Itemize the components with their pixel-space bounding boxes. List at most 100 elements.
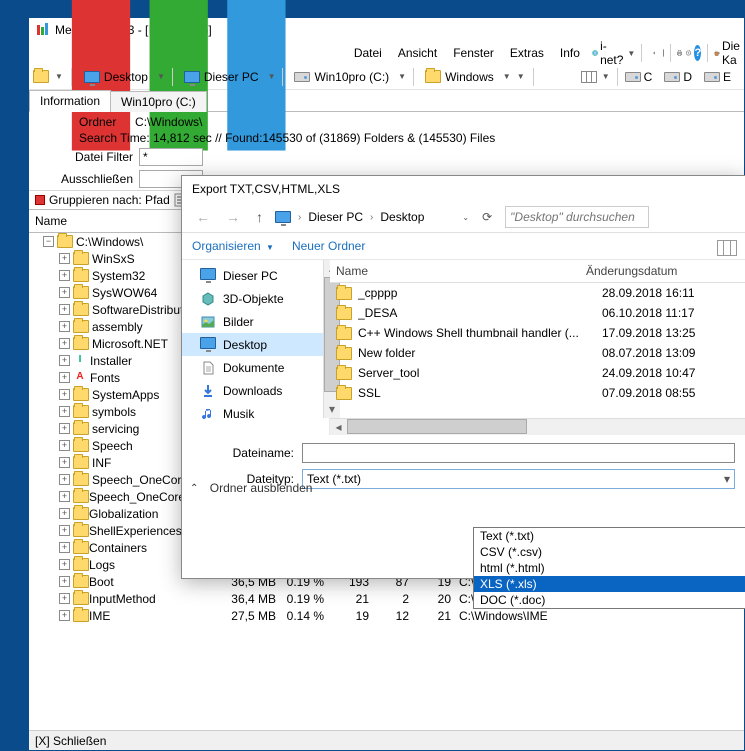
chevron-down-icon[interactable]: ▼ <box>398 72 406 81</box>
menu-fenster[interactable]: Fenster <box>445 43 502 63</box>
drive-c[interactable]: C <box>625 70 653 84</box>
hide-folders-button[interactable]: ⌃ Ordner ausblenden <box>190 481 312 495</box>
expand-icon[interactable]: + <box>59 287 70 298</box>
dropdown-option[interactable]: html (*.html) <box>474 560 745 576</box>
up-icon[interactable]: ↑ <box>252 209 267 225</box>
crumb-dieserpc[interactable]: Dieser PC <box>180 68 263 86</box>
file-hscrollbar[interactable]: ◂ <box>330 418 745 435</box>
chevron-down-icon[interactable]: ▼ <box>602 72 610 81</box>
dropdown-option[interactable]: XLS (*.xls) <box>474 576 745 592</box>
forward-icon[interactable]: → <box>222 209 244 225</box>
scroll-left-icon[interactable]: ◂ <box>330 420 347 434</box>
expand-icon[interactable]: + <box>59 474 70 485</box>
menu-info[interactable]: Info <box>552 43 588 63</box>
crumb-win10proc[interactable]: Win10pro (C:) <box>290 68 393 86</box>
view-mode-icon[interactable] <box>581 71 597 83</box>
help-icon[interactable]: ? <box>694 45 701 61</box>
expand-icon[interactable]: + <box>59 559 70 570</box>
file-row[interactable]: C++ Windows Shell thumbnail handler (...… <box>330 323 745 343</box>
folder-up-icon[interactable] <box>33 70 49 83</box>
inet-label[interactable]: i-net? <box>600 39 623 67</box>
dateiname-input[interactable] <box>302 443 735 463</box>
expand-icon[interactable]: + <box>59 321 70 332</box>
expand-icon[interactable]: + <box>59 423 70 434</box>
crumb-desktop[interactable]: Desktop <box>80 68 152 86</box>
dieka-label[interactable]: Die Ka <box>722 39 740 67</box>
chevron-down-icon[interactable]: ▼ <box>268 72 276 81</box>
sidebar-item-desktop[interactable]: Desktop <box>182 333 329 356</box>
chevron-down-icon[interactable]: ▼ <box>517 72 525 81</box>
menu-datei[interactable]: Datei <box>346 43 390 63</box>
expand-icon[interactable]: + <box>59 542 70 553</box>
col-file-name[interactable]: Name <box>330 260 580 282</box>
folder-icon <box>73 592 89 605</box>
file-row[interactable]: _DESA06.10.2018 11:17 <box>330 303 745 323</box>
expand-icon[interactable]: + <box>59 576 70 587</box>
expand-icon[interactable]: + <box>59 270 70 281</box>
chevron-down-icon[interactable]: ▼ <box>503 72 511 81</box>
crumb-pc[interactable]: Dieser PC <box>308 210 363 224</box>
file-row[interactable]: SSL07.09.2018 08:55 <box>330 383 745 403</box>
data-row[interactable]: +IME27,5 MB0.14 %191221C:\Windows\IME <box>29 607 744 624</box>
chevron-right-icon[interactable]: › <box>295 212 304 223</box>
sidebar-item-bilder[interactable]: Bilder <box>182 310 329 333</box>
scroll-thumb[interactable] <box>347 419 527 434</box>
dateityp-combo[interactable]: Text (*.txt) <box>302 469 735 489</box>
drive-e[interactable]: E <box>704 70 731 84</box>
sidebar-item-3dobjekte[interactable]: 3D-Objekte <box>182 287 329 310</box>
crumb-desktop[interactable]: Desktop <box>380 210 424 224</box>
forward-icon[interactable] <box>657 46 664 60</box>
dropdown-option[interactable]: DOC (*.doc) <box>474 592 745 608</box>
sidebar-item-dokumente[interactable]: Dokumente <box>182 356 329 379</box>
datei-filter-input[interactable] <box>139 148 203 166</box>
new-folder-button[interactable]: Neuer Ordner <box>292 239 365 253</box>
chevron-right-icon[interactable]: › <box>367 212 376 223</box>
chevron-down-icon[interactable]: ⌄ <box>462 213 469 222</box>
dropdown-option[interactable]: Text (*.txt) <box>474 528 745 544</box>
expand-icon[interactable]: + <box>59 338 70 349</box>
expand-icon[interactable]: + <box>59 304 70 315</box>
view-options-icon[interactable] <box>717 240 737 256</box>
expand-icon[interactable]: + <box>59 525 70 536</box>
back-icon[interactable] <box>648 46 655 60</box>
expand-icon[interactable]: + <box>59 389 70 400</box>
col-file-date[interactable]: Änderungsdatum <box>580 260 730 282</box>
tab-information[interactable]: Information <box>29 90 111 112</box>
statusbar: [X] Schließen <box>29 730 744 750</box>
monitor-icon <box>200 268 216 283</box>
print-icon[interactable] <box>676 46 683 60</box>
collapse-icon[interactable]: − <box>43 236 54 247</box>
sidebar-item-downloads[interactable]: Downloads <box>182 379 329 402</box>
dropdown-option[interactable]: CSV (*.csv) <box>474 544 745 560</box>
expand-icon[interactable]: + <box>59 593 70 604</box>
expand-icon[interactable]: + <box>59 508 70 519</box>
expand-icon[interactable]: + <box>59 491 70 502</box>
settings-icon[interactable] <box>685 45 692 61</box>
file-row[interactable]: New folder08.07.2018 13:09 <box>330 343 745 363</box>
search-input[interactable] <box>505 206 649 228</box>
refresh-icon[interactable]: ⟳ <box>477 210 497 224</box>
menu-extras[interactable]: Extras <box>502 43 552 63</box>
organise-button[interactable]: Organisieren ▼ <box>192 239 274 253</box>
expand-icon[interactable]: + <box>59 406 70 417</box>
sidebar-item-musik[interactable]: Musik <box>182 402 329 425</box>
chevron-down-icon[interactable]: ▼ <box>627 49 635 58</box>
back-icon[interactable]: ← <box>192 209 214 225</box>
expand-icon[interactable]: + <box>59 440 70 451</box>
file-row[interactable]: _cpppp28.09.2018 16:11 <box>330 283 745 303</box>
group-by-label: Gruppieren nach: Pfad <box>49 193 170 207</box>
expand-icon[interactable]: + <box>59 610 70 621</box>
file-row[interactable]: Server_tool24.09.2018 10:47 <box>330 363 745 383</box>
expand-icon[interactable]: + <box>59 457 70 468</box>
expand-icon[interactable]: + <box>59 372 70 383</box>
drive-d[interactable]: D <box>664 70 692 84</box>
chevron-down-icon[interactable]: ▼ <box>55 72 63 81</box>
tab-drive[interactable]: Win10pro (C:) <box>110 91 207 112</box>
menu-ansicht[interactable]: Ansicht <box>390 43 445 63</box>
expand-icon[interactable]: + <box>59 355 70 366</box>
sidebar-item-dieserpc[interactable]: Dieser PC <box>182 264 329 287</box>
expand-icon[interactable]: + <box>59 253 70 264</box>
chevron-down-icon[interactable]: ▼ <box>157 72 165 81</box>
close-link[interactable]: [X] Schließen <box>35 734 106 748</box>
crumb-windows[interactable]: Windows <box>421 68 498 86</box>
